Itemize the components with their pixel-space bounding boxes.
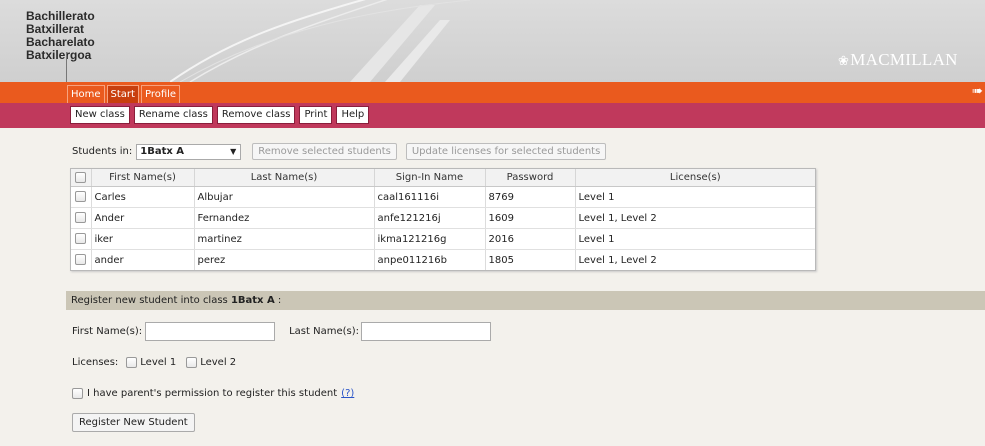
row-checkbox[interactable] xyxy=(75,191,87,203)
first-name-input[interactable] xyxy=(145,322,276,341)
row-checkbox[interactable] xyxy=(75,212,87,224)
update-licenses-button[interactable]: Update licenses for selected students xyxy=(405,143,607,160)
license-level-2-checkbox[interactable] xyxy=(186,357,198,368)
cell-last-name: Albujar xyxy=(194,186,375,208)
row-checkbox[interactable] xyxy=(75,233,87,245)
row-select-cell xyxy=(71,228,92,250)
main-nav: Home Start Profile ➠ xyxy=(0,82,985,105)
table-row: Carles Albujar caal161116i 8769 Level 1 xyxy=(71,186,815,208)
select-all-cell xyxy=(71,169,92,187)
name-fields-row: First Name(s): Last Name(s): xyxy=(72,322,492,341)
table-row: Ander Fernandez anfe121216j 1609 Level 1… xyxy=(71,207,815,229)
cell-password: 1609 xyxy=(485,207,576,229)
cell-first-name: Carles xyxy=(91,186,195,208)
class-toolbar: New class Rename class Remove class Prin… xyxy=(0,103,985,128)
table-row: ander perez anpe011216b 1805 Level 1, Le… xyxy=(71,249,815,270)
tab-profile[interactable]: Profile xyxy=(140,85,181,105)
remove-class-button[interactable]: Remove class xyxy=(216,106,296,124)
parent-permission-label: I have parent's permission to register t… xyxy=(87,388,338,399)
tab-home[interactable]: Home xyxy=(67,85,105,105)
cell-last-name: Fernandez xyxy=(194,207,375,229)
students-table: First Name(s) Last Name(s) Sign-In Name … xyxy=(70,168,816,271)
cell-sign-in-name: anfe121216j xyxy=(374,207,486,229)
register-section-header: Register new student into class 1Batx A … xyxy=(66,291,985,310)
students-controls: Students in: 1Batx A ▼ Remove selected s… xyxy=(72,143,607,160)
cell-licenses: Level 1 xyxy=(575,228,815,250)
parent-permission-checkbox[interactable] xyxy=(72,388,83,399)
licenses-row: Licenses: Level 1 Level 2 xyxy=(72,357,236,368)
register-bar-text: Register new student into class xyxy=(71,295,228,306)
cell-sign-in-name: caal161116i xyxy=(374,186,486,208)
cell-last-name: perez xyxy=(194,249,375,270)
site-header: Bachillerato Batxillerat Bacharelato Bat… xyxy=(0,0,985,82)
column-header-licenses[interactable]: License(s) xyxy=(575,169,815,187)
last-name-label: Last Name(s): xyxy=(289,326,360,337)
exit-arrow-icon[interactable]: ➠ xyxy=(972,84,983,99)
column-header-sign-in-name[interactable]: Sign-In Name xyxy=(374,169,486,187)
license-level-2-label: Level 2 xyxy=(200,357,237,368)
row-select-cell xyxy=(71,249,92,270)
row-select-cell xyxy=(71,186,92,208)
rename-class-button[interactable]: Rename class xyxy=(133,106,213,124)
register-bar-suffix: : xyxy=(277,295,282,306)
dropdown-arrow-icon: ▼ xyxy=(230,146,237,156)
cell-password: 1805 xyxy=(485,249,576,270)
column-header-first-name[interactable]: First Name(s) xyxy=(91,169,195,187)
cell-last-name: martinez xyxy=(194,228,375,250)
column-header-last-name[interactable]: Last Name(s) xyxy=(194,169,375,187)
cell-licenses: Level 1, Level 2 xyxy=(578,254,657,266)
cell-first-name: Ander xyxy=(91,207,195,229)
permission-row: I have parent's permission to register t… xyxy=(72,388,354,399)
row-checkbox[interactable] xyxy=(75,254,87,266)
macmillan-logo: ❀MACMILLAN xyxy=(838,50,958,70)
cell-password: 2016 xyxy=(485,228,576,250)
class-select[interactable]: 1Batx A ▼ xyxy=(136,143,242,160)
license-level-1-label: Level 1 xyxy=(140,357,177,368)
students-in-label: Students in: xyxy=(72,146,133,157)
print-button[interactable]: Print xyxy=(299,106,333,124)
row-select-cell xyxy=(71,207,92,229)
cell-sign-in-name: anpe011216b xyxy=(374,249,486,270)
cell-password: 8769 xyxy=(485,186,576,208)
header-swoosh-graphic xyxy=(170,0,471,82)
cell-first-name: ander xyxy=(91,249,195,270)
licenses-label: Licenses: xyxy=(72,357,119,368)
macmillan-logo-icon: ❀ xyxy=(838,53,850,68)
cell-licenses: Level 1 xyxy=(575,186,815,208)
select-all-checkbox[interactable] xyxy=(75,171,87,183)
cell-sign-in-name: ikma121216g xyxy=(374,228,486,250)
brand-line-4: Batxilergoa xyxy=(26,48,92,62)
help-button[interactable]: Help xyxy=(336,106,370,124)
table-header-row: First Name(s) Last Name(s) Sign-In Name … xyxy=(71,169,815,187)
license-level-1-checkbox[interactable] xyxy=(126,357,138,368)
logo-text: MACMILLAN xyxy=(850,50,958,69)
table-row: iker martinez ikma121216g 2016 Level 1 xyxy=(71,228,815,250)
brand-names: Bachillerato Batxillerat Bacharelato Bat… xyxy=(26,10,95,62)
permission-help-link[interactable]: (?) xyxy=(341,388,354,399)
remove-selected-students-button[interactable]: Remove selected students xyxy=(252,143,397,160)
tab-start[interactable]: Start xyxy=(106,85,139,105)
new-class-button[interactable]: New class xyxy=(70,106,130,124)
register-new-student-button[interactable]: Register New Student xyxy=(72,413,195,432)
column-header-password[interactable]: Password xyxy=(485,169,576,187)
cell-licenses: Level 1, Level 2 xyxy=(575,207,815,229)
brand-divider xyxy=(66,52,67,82)
last-name-input[interactable] xyxy=(361,322,492,341)
register-class-name: 1Batx A xyxy=(230,295,275,306)
class-select-value: 1Batx A xyxy=(140,145,185,157)
cell-first-name: iker xyxy=(91,228,195,250)
first-name-label: First Name(s): xyxy=(72,326,143,337)
